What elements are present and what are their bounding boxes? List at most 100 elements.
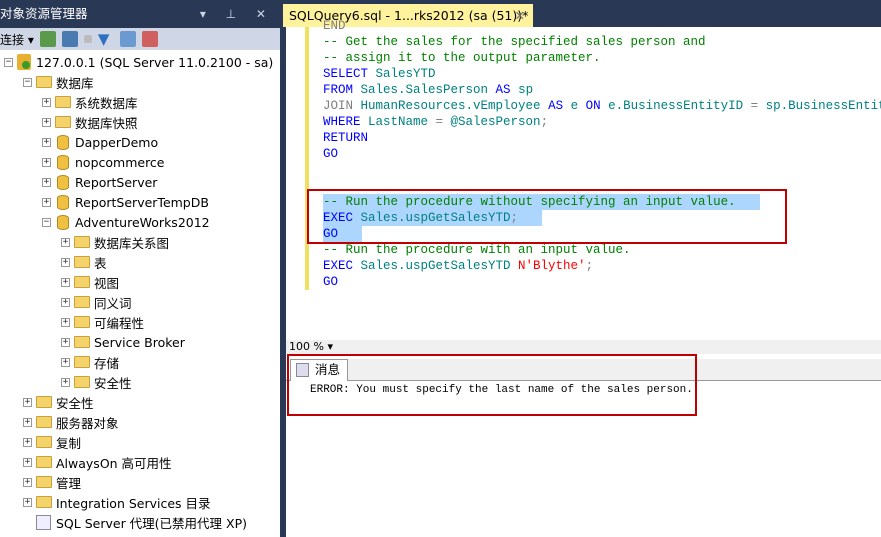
connect-icon[interactable] — [39, 31, 56, 47]
expand-icon[interactable]: + — [23, 457, 32, 467]
connect-button[interactable]: 连接 ▾ — [0, 31, 34, 48]
code-line: -- assign it to the output parameter. — [323, 50, 601, 66]
expand-icon[interactable]: + — [61, 257, 70, 267]
tree-node[interactable]: + 视图 — [61, 272, 119, 292]
tree-node[interactable]: + DapperDemo — [42, 132, 158, 152]
code-token: SELECT — [323, 67, 369, 81]
tree-node[interactable]: + Service Broker — [61, 332, 185, 352]
expand-icon[interactable]: + — [23, 497, 32, 507]
refresh-icon[interactable] — [119, 31, 136, 47]
code-token: ; — [585, 259, 594, 273]
folder-icon — [36, 496, 52, 508]
filter-icon[interactable]: ▼ — [98, 31, 114, 47]
tree-node-label: 表 — [94, 255, 107, 271]
code-token: e — [563, 99, 586, 113]
tree-node[interactable]: − 数据库 — [23, 72, 94, 92]
code-token: AS — [548, 99, 564, 113]
tree-node[interactable]: + 数据库关系图 — [61, 232, 169, 252]
expand-icon[interactable]: + — [61, 377, 70, 387]
expand-icon[interactable]: + — [61, 317, 70, 327]
expand-icon[interactable]: + — [42, 97, 51, 107]
query-tab[interactable]: SQLQuery6.sql - 1...rks2012 (sa (51))* ✕ — [283, 4, 533, 27]
code-token: WHERE — [323, 115, 361, 129]
folder-icon — [74, 256, 90, 268]
code-token: ; — [540, 115, 549, 129]
tree-node[interactable]: + 安全性 — [23, 392, 94, 412]
tree-node[interactable]: − AdventureWorks2012 — [42, 212, 210, 232]
tree-node[interactable]: + AlwaysOn 高可用性 — [23, 452, 172, 472]
collapse-icon[interactable]: − — [42, 217, 51, 227]
tree-node[interactable]: + Integration Services 目录 — [23, 492, 211, 512]
highlight-box-error — [287, 354, 697, 416]
tree-node[interactable]: + 管理 — [23, 472, 81, 492]
expand-icon[interactable]: + — [61, 357, 70, 367]
tree-node[interactable]: + 复制 — [23, 432, 81, 452]
expand-icon[interactable]: + — [42, 157, 51, 167]
expand-icon[interactable]: + — [61, 337, 70, 347]
expand-icon[interactable]: + — [61, 297, 70, 307]
expand-icon[interactable]: + — [42, 137, 51, 147]
code-token: SalesYTD — [368, 67, 436, 81]
expand-icon[interactable]: + — [23, 477, 32, 487]
code-line: FROM Sales.SalesPerson AS sp — [323, 82, 533, 98]
tree-node-label: Integration Services 目录 — [56, 495, 211, 511]
code-token: sp.BusinessEntityID — [765, 99, 881, 113]
activity-monitor-icon[interactable] — [141, 31, 158, 47]
end-fragment: END — [323, 19, 346, 33]
folder-icon — [74, 316, 90, 328]
tree-node[interactable]: SQL Server 代理(已禁用代理 XP) — [23, 512, 247, 532]
disconnect-icon[interactable] — [61, 31, 78, 47]
tree-node[interactable]: + nopcommerce — [42, 152, 165, 172]
tree-node[interactable]: − 127.0.0.1 (SQL Server 11.0.2100 - sa) — [4, 52, 273, 72]
tree-node[interactable]: + 安全性 — [61, 372, 132, 392]
code-token: -- Run the procedure with an input value… — [323, 243, 631, 257]
tree-node-label: SQL Server 代理(已禁用代理 XP) — [56, 515, 248, 531]
expand-icon[interactable]: + — [42, 177, 51, 187]
collapse-icon[interactable]: − — [4, 57, 13, 67]
tree-node-label: AdventureWorks2012 — [75, 214, 210, 230]
code-token: Sales.SalesPerson — [353, 83, 496, 97]
code-line: RETURN — [323, 130, 368, 146]
expand-icon[interactable]: + — [61, 277, 70, 287]
code-token: -- Get the sales for the specified sales… — [323, 35, 706, 49]
code-line: -- Run the procedure with an input value… — [323, 242, 631, 258]
tree-node[interactable]: + ReportServerTempDB — [42, 192, 209, 212]
tree-node[interactable]: + 数据库快照 — [42, 112, 138, 132]
explorer-toolbar: 连接 ▾ ▼ — [0, 28, 280, 50]
folder-icon — [74, 356, 90, 368]
folder-icon — [74, 336, 90, 348]
expand-icon[interactable]: + — [42, 197, 51, 207]
tree-node[interactable]: + 系统数据库 — [42, 92, 138, 112]
tree-node-label: ReportServerTempDB — [75, 194, 209, 210]
zoom-dropdown[interactable]: 100 % ▾ — [286, 340, 881, 354]
tree-node[interactable]: + 表 — [61, 252, 107, 272]
expand-icon[interactable]: + — [23, 417, 32, 427]
folder-icon — [55, 96, 71, 108]
expand-icon[interactable]: + — [23, 437, 32, 447]
tree-node-label: 安全性 — [56, 395, 94, 411]
collapse-icon[interactable]: − — [23, 77, 32, 87]
tree-node[interactable]: + 服务器对象 — [23, 412, 119, 432]
expand-icon[interactable]: + — [23, 397, 32, 407]
tree-node-label: 复制 — [56, 435, 82, 451]
stop-icon[interactable] — [83, 35, 92, 43]
database-icon — [57, 194, 69, 210]
code-line: EXEC Sales.uspGetSalesYTD N'Blythe'; — [323, 258, 593, 274]
tree-node[interactable]: + ReportServer — [42, 172, 157, 192]
close-tab-icon[interactable]: ✕ — [515, 4, 525, 27]
folder-icon — [36, 416, 52, 428]
tree-node-label: DapperDemo — [75, 134, 159, 150]
expand-icon[interactable]: + — [61, 237, 70, 247]
tree-node[interactable]: + 存储 — [61, 352, 119, 372]
code-line: JOIN HumanResources.vEmployee AS e ON e.… — [323, 98, 881, 114]
panel-window-buttons[interactable]: ▾ ⊥ ✕ — [200, 0, 274, 28]
folder-icon — [36, 76, 52, 88]
code-token: AS — [495, 83, 511, 97]
expand-icon[interactable]: + — [42, 117, 51, 127]
tree-node[interactable]: + 可编程性 — [61, 312, 144, 332]
tree-node[interactable]: + 同义词 — [61, 292, 132, 312]
tree-node-label: nopcommerce — [75, 154, 165, 170]
code-token: LastName — [360, 115, 436, 129]
folder-icon — [74, 276, 90, 288]
sql-editor[interactable]: END -- Get the sales for the specified s… — [286, 19, 881, 340]
